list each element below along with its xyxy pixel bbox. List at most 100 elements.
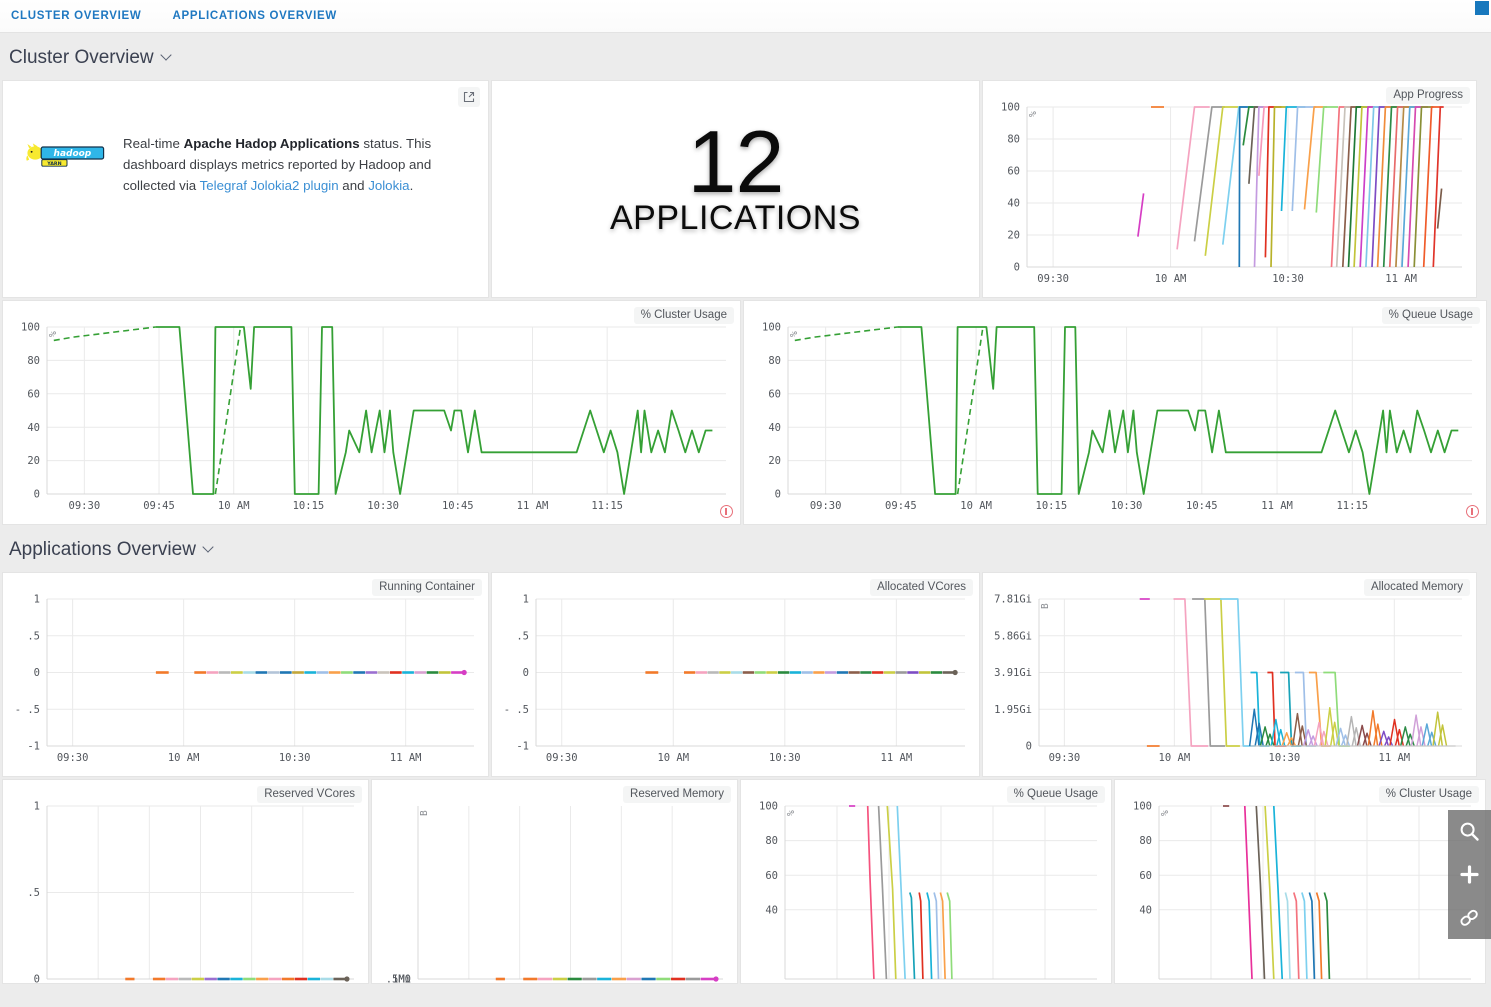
dashboard-description-text: Real-time Apache Hadop Applications stat…	[123, 133, 453, 196]
panel-running-container: Running Container -1 - .5 0 .5 1 09:30 10 AM 10…	[2, 572, 489, 777]
svg-text:.5: .5	[27, 630, 40, 642]
panel-title-running-container[interactable]: Running Container	[372, 579, 482, 596]
row-header-cluster-overview[interactable]: Cluster Overview	[0, 33, 1491, 80]
external-link-icon[interactable]	[458, 87, 480, 107]
svg-text:%: %	[1160, 810, 1171, 816]
panel-title-queue-usage[interactable]: % Queue Usage	[1381, 307, 1480, 324]
panel-app-progress: App Progress 0 20 40 60 80 100 09:30 10 AM 10:30…	[982, 80, 1477, 298]
panel-row-3: Running Container -1- .5 0.5 1 09:30 10 AM 10…	[0, 572, 1491, 777]
svg-text:B: B	[1040, 603, 1051, 609]
svg-text:80: 80	[27, 355, 40, 367]
panel-title-app-progress[interactable]: App Progress	[1386, 87, 1470, 104]
link-telegraf-jolokia2-plugin[interactable]: Telegraf Jolokia2 plugin	[200, 178, 339, 193]
panel-reserved-vcores: Reserved VCores 0.5 1	[2, 779, 369, 984]
svg-text:11 AM: 11 AM	[1261, 500, 1293, 512]
dashboard-canvas: Cluster Overview hadoop YARN Real-time A…	[0, 33, 1491, 1007]
panel-title-cluster-usage-small[interactable]: % Cluster Usage	[1378, 786, 1479, 803]
panel-title-allocated-memory[interactable]: Allocated Memory	[1363, 579, 1470, 596]
graph-queue-usage[interactable]: 0 20 40 60 80 100 09:30 09:45 10 AM 10:15 10:30 10:…	[744, 301, 1486, 524]
svg-text:40: 40	[765, 904, 778, 916]
magnifier-icon	[1460, 822, 1479, 841]
svg-text:10:45: 10:45	[1186, 500, 1218, 512]
svg-text:09:45: 09:45	[885, 500, 917, 512]
panel-error-icon[interactable]	[720, 505, 733, 518]
svg-text:0: 0	[34, 667, 40, 679]
link-jolokia[interactable]: Jolokia	[368, 178, 409, 193]
svg-text:20: 20	[27, 455, 40, 467]
graph-cluster-usage[interactable]: 0 20 40 60 80 100 09:30 09:45 10 AM 10:15 10:30 10:…	[3, 301, 740, 524]
graph-allocated-memory[interactable]: 0 1.95Gi 3.91Gi 5.86Gi 7.81Gi 09:30 10 AM 10:30…	[983, 573, 1476, 776]
graph-allocated-vcores[interactable]: -1 - .5 0 .5 1 09:30 10 AM 10:30 11 AM	[492, 573, 979, 776]
svg-text:11 AM: 11 AM	[1385, 273, 1417, 285]
panel-title-allocated-vcores[interactable]: Allocated VCores	[870, 579, 973, 596]
panel-title-queue-usage-small[interactable]: % Queue Usage	[1006, 786, 1105, 803]
description-bold: Apache Hadop Applications	[183, 136, 360, 151]
chevron-down-icon	[162, 51, 172, 61]
svg-text:100: 100	[1001, 102, 1020, 114]
tab-applications-overview[interactable]: APPLICATIONS OVERVIEW	[172, 10, 336, 22]
svg-text:0: 0	[34, 974, 40, 983]
graph-queue-usage-small[interactable]: 40 60 80 100%	[741, 780, 1111, 983]
svg-text:1: 1	[34, 801, 40, 813]
panel-title-reserved-vcores[interactable]: Reserved VCores	[257, 786, 362, 803]
applications-count-value: 12	[687, 112, 785, 212]
svg-text:.5: .5	[516, 630, 529, 642]
panel-reserved-memory: Reserved Memory 0.5Mi 1Mi B	[371, 779, 738, 984]
graph-app-progress[interactable]: 0 20 40 60 80 100 09:30 10 AM 10:30 11 AM%	[983, 81, 1476, 297]
svg-text:11:15: 11:15	[1336, 500, 1368, 512]
svg-text:80: 80	[765, 835, 778, 847]
svg-text:YARN: YARN	[46, 161, 61, 167]
svg-text:20: 20	[1007, 230, 1020, 242]
svg-text:09:30: 09:30	[1037, 273, 1069, 285]
graph-reserved-vcores[interactable]: 0.5 1	[3, 780, 368, 983]
svg-text:10:30: 10:30	[769, 752, 801, 764]
svg-text:- .5: - .5	[15, 704, 40, 716]
description-seg-3: and	[338, 178, 369, 193]
svg-text:10:30: 10:30	[1269, 752, 1301, 764]
tab-cluster-overview[interactable]: CLUSTER OVERVIEW	[11, 10, 141, 22]
svg-text:%: %	[789, 331, 800, 337]
svg-text:09:45: 09:45	[143, 500, 175, 512]
panel-allocated-memory: Allocated Memory 0 1.95Gi 3.91Gi 5.86Gi 7.81…	[982, 572, 1477, 777]
svg-text:hadoop: hadoop	[54, 149, 92, 159]
panel-queue-usage: % Queue Usage 0 20 40 60 80 100 09:30 09:45 10 A…	[743, 300, 1487, 525]
graph-cluster-usage-small[interactable]: 40 60 80 100%	[1115, 780, 1485, 983]
description-seg-1: Real-time	[123, 136, 184, 151]
graph-reserved-memory[interactable]: 0.5Mi 1Mi B	[372, 780, 737, 983]
svg-text:100: 100	[762, 322, 781, 334]
svg-text:11:15: 11:15	[591, 500, 623, 512]
link-fab-button[interactable]	[1448, 896, 1491, 939]
chain-link-icon	[1460, 909, 1478, 926]
row-header-applications-overview[interactable]: Applications Overview	[0, 525, 1491, 572]
row-title-text: Applications Overview	[9, 539, 196, 560]
svg-text:0: 0	[523, 667, 529, 679]
svg-text:1: 1	[523, 594, 529, 606]
svg-text:10 AM: 10 AM	[1159, 752, 1191, 764]
search-fab-button[interactable]	[1448, 810, 1491, 853]
corner-indicator	[1475, 1, 1489, 15]
graph-running-container[interactable]: -1 - .5 0 .5 1 09:30 10 AM 10:30 11 AM	[3, 573, 488, 776]
svg-text:1: 1	[34, 594, 40, 606]
hadoop-yarn-logo: hadoop YARN	[26, 143, 105, 167]
svg-text:%: %	[48, 331, 59, 337]
svg-text:60: 60	[765, 870, 778, 882]
svg-text:10:30: 10:30	[279, 752, 311, 764]
svg-text:10:30: 10:30	[1111, 500, 1143, 512]
svg-text:60: 60	[1007, 166, 1020, 178]
svg-text:11 AM: 11 AM	[390, 752, 422, 764]
svg-text:100: 100	[21, 322, 40, 334]
svg-text:80: 80	[1007, 134, 1020, 146]
panel-error-icon[interactable]	[1466, 505, 1479, 518]
svg-text:40: 40	[1139, 904, 1152, 916]
svg-text:20: 20	[768, 455, 781, 467]
svg-text:0: 0	[775, 489, 781, 501]
svg-text:%: %	[786, 810, 797, 816]
panel-title-cluster-usage[interactable]: % Cluster Usage	[633, 307, 734, 324]
svg-text:80: 80	[1139, 835, 1152, 847]
svg-text:40: 40	[768, 422, 781, 434]
svg-text:0: 0	[1026, 741, 1032, 753]
panel-title-reserved-memory[interactable]: Reserved Memory	[623, 786, 731, 803]
applications-count-label: APPLICATIONS	[610, 198, 861, 237]
add-fab-button[interactable]	[1448, 853, 1491, 896]
svg-text:0: 0	[1014, 262, 1020, 274]
